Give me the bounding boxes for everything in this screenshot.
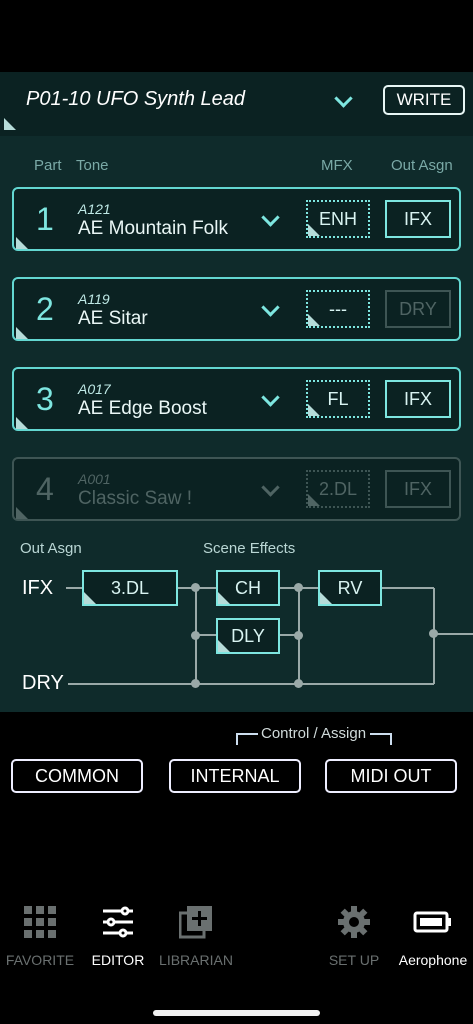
delay-label: DLY (231, 626, 265, 646)
nav-editor[interactable]: EDITOR (78, 905, 158, 968)
part-row-2[interactable]: 2 A119 AE Sitar --- DRY (12, 277, 461, 341)
tone-code: A119 (78, 291, 110, 307)
gear-icon (338, 906, 370, 938)
reverb-button[interactable]: RV (318, 570, 382, 606)
mfx-label: ENH (318, 209, 357, 229)
corner-indicator-icon (308, 314, 320, 326)
corner-indicator-icon (4, 118, 16, 130)
route-node (191, 679, 200, 688)
tone-name[interactable]: AE Sitar (78, 308, 148, 330)
part-number: 4 (36, 471, 54, 507)
route-node (429, 629, 438, 638)
tone-dropdown-chevron-icon[interactable] (261, 298, 280, 317)
tone-dropdown-chevron-icon[interactable] (261, 478, 280, 497)
part-number: 2 (36, 291, 54, 327)
route-node (294, 631, 303, 640)
tone-code: A001 (78, 471, 111, 487)
bracket-left (236, 733, 258, 745)
chorus-button[interactable]: CH (216, 570, 280, 606)
corner-indicator-icon (308, 494, 320, 506)
mfx-button[interactable]: 2.DL (306, 470, 370, 508)
part-row-3[interactable]: 3 A017 AE Edge Boost FL IFX (12, 367, 461, 431)
write-button[interactable]: WRITE (383, 85, 465, 115)
route-node (294, 583, 303, 592)
tone-name[interactable]: Classic Saw ! (78, 488, 192, 510)
midi-out-button[interactable]: MIDI OUT (325, 759, 457, 793)
corner-indicator-icon (16, 327, 28, 339)
scene-effects-label: Scene Effects (203, 540, 296, 557)
nav-favorite-label: FAVORITE (5, 952, 75, 968)
out-asgn-section-label: Out Asgn (20, 540, 82, 557)
nav-setup-label: SET UP (328, 952, 380, 968)
ifx-effect-button[interactable]: 3.DL (82, 570, 178, 606)
part-number: 3 (36, 381, 54, 417)
tone-name[interactable]: AE Mountain Folk (78, 218, 228, 240)
sliders-icon (103, 906, 133, 938)
battery-icon (413, 911, 451, 933)
route-node (294, 679, 303, 688)
corner-indicator-icon (308, 224, 320, 236)
corner-indicator-icon (16, 417, 28, 429)
corner-indicator-icon (16, 237, 28, 249)
corner-indicator-icon (308, 404, 320, 416)
nav-editor-label: EDITOR (91, 952, 145, 968)
common-button[interactable]: COMMON (11, 759, 143, 793)
out-asgn-button[interactable]: IFX (385, 470, 451, 508)
out-asgn-button[interactable]: DRY (385, 290, 451, 328)
nav-favorite[interactable]: FAVORITE (0, 905, 80, 968)
patch-name[interactable]: P01-10 UFO Synth Lead (26, 88, 245, 111)
internal-button[interactable]: INTERNAL (169, 759, 301, 793)
grid-icon (24, 906, 56, 938)
column-header-tone: Tone (76, 157, 109, 174)
route-node (191, 631, 200, 640)
mfx-label: FL (327, 389, 349, 409)
route-node (191, 583, 200, 592)
part-row-4[interactable]: 4 A001 Classic Saw ! 2.DL IFX (12, 457, 461, 521)
mfx-label: --- (329, 299, 347, 319)
out-asgn-button[interactable]: IFX (385, 200, 451, 238)
tone-dropdown-chevron-icon[interactable] (261, 208, 280, 227)
chorus-label: CH (235, 578, 261, 598)
library-add-icon (178, 906, 212, 939)
corner-indicator-icon (84, 592, 96, 604)
mfx-label: 2.DL (318, 479, 358, 499)
tone-dropdown-chevron-icon[interactable] (261, 388, 280, 407)
delay-button[interactable]: DLY (216, 618, 280, 654)
nav-device-label: Aerophone (398, 952, 468, 968)
control-assign-label: Control / Assign (261, 725, 367, 742)
tone-name[interactable]: AE Edge Boost (78, 398, 207, 420)
ifx-route-label: IFX (22, 577, 54, 599)
home-indicator[interactable] (153, 1010, 320, 1016)
mfx-button[interactable]: --- (306, 290, 370, 328)
out-asgn-button[interactable]: IFX (385, 380, 451, 418)
ifx-effect-label: 3.DL (110, 578, 150, 598)
corner-indicator-icon (218, 640, 230, 652)
bracket-right (370, 733, 392, 745)
nav-librarian[interactable]: LIBRARIAN (156, 905, 236, 968)
nav-librarian-label: LIBRARIAN (159, 952, 233, 968)
nav-setup[interactable]: SET UP (314, 905, 394, 968)
nav-device[interactable]: Aerophone (393, 905, 473, 968)
dry-route-label: DRY (22, 672, 64, 694)
tone-code: A121 (78, 201, 111, 217)
part-row-1[interactable]: 1 A121 AE Mountain Folk ENH IFX (12, 187, 461, 251)
tone-code: A017 (78, 381, 111, 397)
mfx-button[interactable]: ENH (306, 200, 370, 238)
column-header-out-asgn: Out Asgn (391, 157, 453, 174)
reverb-label: RV (337, 578, 363, 598)
mfx-button[interactable]: FL (306, 380, 370, 418)
corner-indicator-icon (16, 507, 28, 519)
corner-indicator-icon (320, 592, 332, 604)
corner-indicator-icon (218, 592, 230, 604)
column-header-mfx: MFX (321, 157, 353, 174)
part-number: 1 (36, 201, 54, 237)
column-header-part: Part (34, 157, 62, 174)
